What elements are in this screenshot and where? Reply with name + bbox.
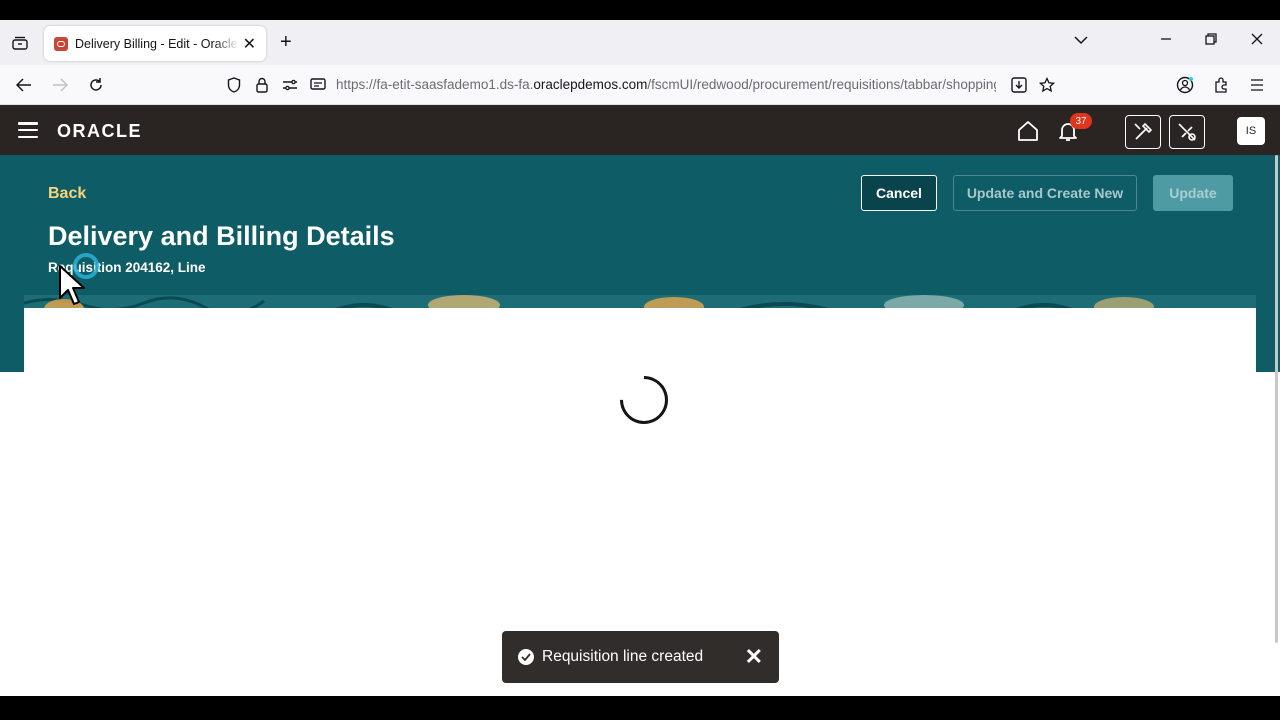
hamburger-menu-icon[interactable] [18, 122, 38, 138]
lock-icon[interactable] [252, 75, 272, 95]
forward-arrow-icon[interactable] [50, 75, 70, 95]
bookmark-star-icon[interactable] [1037, 75, 1057, 95]
new-tab-icon[interactable]: + [280, 32, 292, 52]
url-path: /fscmUI/redwood/procurement/requisitions… [647, 77, 996, 92]
update-and-create-new-button[interactable]: Update and Create New [953, 175, 1137, 211]
download-icon[interactable] [1009, 75, 1029, 95]
browser-window: Delivery Billing - Edit - Oracle Fusion … [0, 20, 1280, 696]
navigation-bar: https://fa-etit-saasfademo1.ds-fa.oracle… [0, 65, 1280, 105]
address-bar[interactable]: https://fa-etit-saasfademo1.ds-fa.oracle… [336, 77, 996, 92]
page-title: Delivery and Billing Details [48, 221, 395, 251]
notification-badge: 37 [1070, 113, 1092, 129]
oracle-favicon-icon [54, 36, 68, 51]
minimize-icon[interactable] [1160, 32, 1172, 50]
toast-message: Requisition line created [542, 648, 704, 665]
close-window-icon[interactable] [1251, 32, 1263, 50]
tools-crossed-icon[interactable] [1169, 115, 1205, 149]
chevron-down-icon[interactable] [1074, 32, 1088, 50]
reload-icon[interactable] [86, 75, 106, 95]
toast-notification: Requisition line created ✕ [502, 631, 779, 683]
mouse-cursor-icon [59, 253, 99, 305]
browser-tab[interactable]: Delivery Billing - Edit - Oracle Fusion … [44, 26, 266, 61]
page-info-icon[interactable] [308, 75, 328, 95]
url-prefix: https://fa-etit-saasfademo1.ds-fa. [336, 77, 534, 92]
account-icon[interactable] [1175, 75, 1195, 95]
cancel-button[interactable]: Cancel [861, 175, 937, 211]
close-tab-icon[interactable]: ✕ [243, 34, 256, 54]
tab-strip: Delivery Billing - Edit - Oracle Fusion … [0, 20, 1280, 65]
oracle-logo: ORACLE [57, 121, 142, 141]
tools-icon[interactable] [1125, 115, 1161, 149]
user-avatar[interactable]: IS [1237, 117, 1265, 145]
extensions-icon[interactable] [1211, 75, 1231, 95]
tab-title: Delivery Billing - Edit - Oracle Fusion … [75, 36, 239, 51]
check-circle-icon [518, 649, 534, 665]
update-button[interactable]: Update [1153, 175, 1233, 211]
home-icon[interactable] [1016, 119, 1040, 143]
menu-icon[interactable] [1247, 75, 1267, 95]
app-header: ORACLE 37 IS [0, 105, 1280, 155]
loading-spinner [610, 366, 678, 434]
restore-icon[interactable] [1205, 32, 1217, 50]
tab-list-icon[interactable] [10, 34, 30, 52]
permissions-icon[interactable] [280, 75, 300, 95]
close-toast-icon[interactable]: ✕ [745, 646, 763, 668]
url-domain: oraclepdemos.com [533, 77, 648, 92]
scrollbar[interactable] [1275, 155, 1278, 643]
back-arrow-icon[interactable] [14, 75, 34, 95]
back-link[interactable]: Back [48, 185, 86, 203]
shield-icon[interactable] [224, 75, 244, 95]
